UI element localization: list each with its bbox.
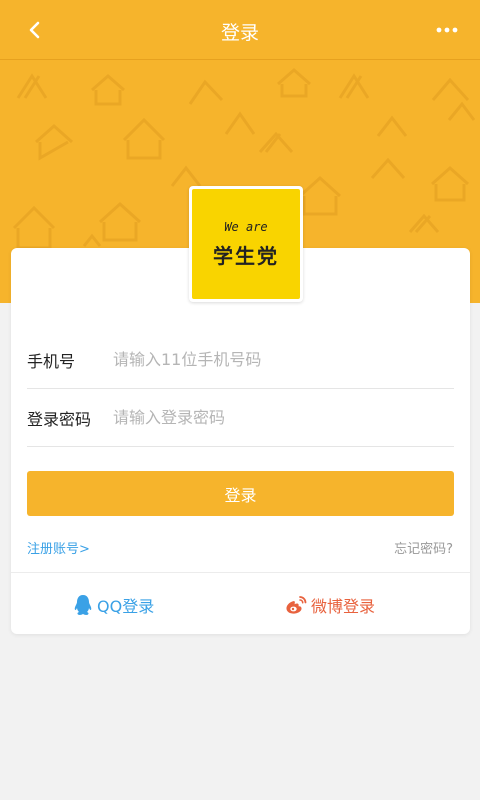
more-button[interactable] — [430, 16, 464, 44]
password-field: 登录密码 — [27, 389, 454, 447]
register-link[interactable]: 注册账号> — [27, 538, 90, 557]
qq-login-button[interactable]: QQ登录 — [73, 592, 154, 618]
password-label: 登录密码 — [27, 409, 92, 429]
password-input[interactable] — [113, 408, 454, 427]
qq-penguin-icon — [74, 595, 92, 615]
phone-input[interactable] — [113, 350, 454, 369]
navbar: 登录 — [0, 0, 480, 60]
phone-field: 手机号 — [27, 331, 454, 389]
weibo-login-button[interactable]: 微博登录 — [285, 592, 375, 618]
logo-badge: We are 学生党 — [192, 189, 300, 299]
phone-label: 手机号 — [27, 351, 76, 371]
social-divider — [11, 572, 470, 573]
logo-tagline: We are — [224, 219, 268, 234]
app-logo: We are 学生党 — [189, 186, 303, 302]
weibo-icon — [286, 596, 307, 614]
logo-name: 学生党 — [213, 243, 279, 268]
forgot-password-link[interactable]: 忘记密码? — [394, 538, 453, 557]
qq-login-label: QQ登录 — [97, 597, 155, 616]
more-dots-icon — [436, 27, 458, 33]
weibo-login-label: 微博登录 — [311, 597, 376, 616]
login-button[interactable]: 登录 — [27, 471, 454, 516]
page-title: 登录 — [220, 22, 259, 44]
